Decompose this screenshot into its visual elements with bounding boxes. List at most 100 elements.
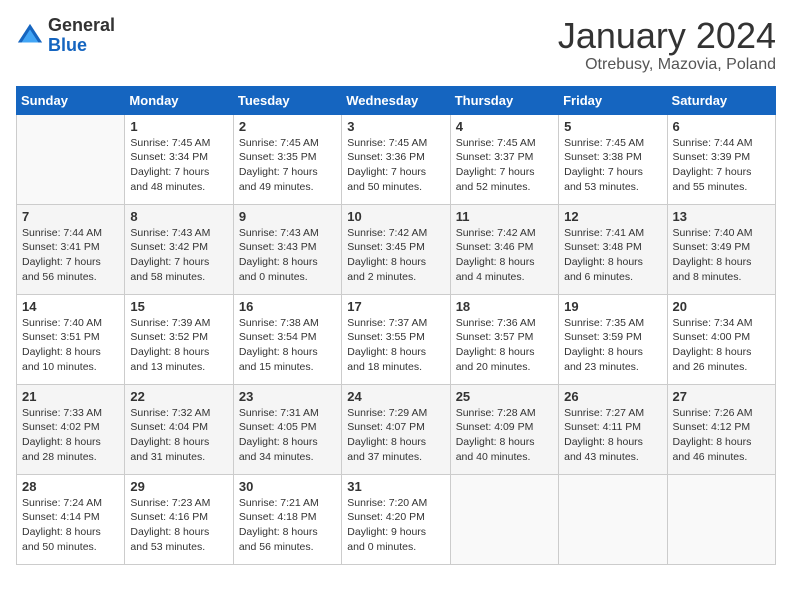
header-row: SundayMondayTuesdayWednesdayThursdayFrid… <box>17 86 776 114</box>
day-info: Sunrise: 7:28 AM Sunset: 4:09 PM Dayligh… <box>456 406 553 465</box>
day-number: 2 <box>239 119 336 134</box>
day-info: Sunrise: 7:45 AM Sunset: 3:34 PM Dayligh… <box>130 136 227 195</box>
day-info: Sunrise: 7:45 AM Sunset: 3:35 PM Dayligh… <box>239 136 336 195</box>
day-cell: 5 Sunrise: 7:45 AM Sunset: 3:38 PM Daylig… <box>559 114 667 204</box>
calendar-body: 1 Sunrise: 7:45 AM Sunset: 3:34 PM Daylig… <box>17 114 776 564</box>
day-info: Sunrise: 7:33 AM Sunset: 4:02 PM Dayligh… <box>22 406 119 465</box>
day-cell <box>17 114 125 204</box>
day-info: Sunrise: 7:27 AM Sunset: 4:11 PM Dayligh… <box>564 406 661 465</box>
header-day-tuesday: Tuesday <box>233 86 341 114</box>
day-number: 5 <box>564 119 661 134</box>
day-info: Sunrise: 7:35 AM Sunset: 3:59 PM Dayligh… <box>564 316 661 375</box>
day-cell: 26 Sunrise: 7:27 AM Sunset: 4:11 PM Dayli… <box>559 384 667 474</box>
header-day-friday: Friday <box>559 86 667 114</box>
day-cell: 17Sunrise: 7:37 AM Sunset: 3:55 PM Dayli… <box>342 294 450 384</box>
calendar-title: January 2024 <box>558 16 776 56</box>
day-cell: 20 Sunrise: 7:34 AM Sunset: 4:00 PM Dayli… <box>667 294 775 384</box>
day-info: Sunrise: 7:36 AM Sunset: 3:57 PM Dayligh… <box>456 316 553 375</box>
day-cell: 12 Sunrise: 7:41 AM Sunset: 3:48 PM Dayli… <box>559 204 667 294</box>
day-cell: 25 Sunrise: 7:28 AM Sunset: 4:09 PM Dayli… <box>450 384 558 474</box>
logo-icon <box>16 22 44 50</box>
day-number: 26 <box>564 389 661 404</box>
day-number: 30 <box>239 479 336 494</box>
week-row-1: 1 Sunrise: 7:45 AM Sunset: 3:34 PM Daylig… <box>17 114 776 204</box>
day-number: 14 <box>22 299 119 314</box>
day-number: 29 <box>130 479 227 494</box>
day-info: Sunrise: 7:34 AM Sunset: 4:00 PM Dayligh… <box>673 316 770 375</box>
day-number: 8 <box>130 209 227 224</box>
day-number: 22 <box>130 389 227 404</box>
day-number: 31 <box>347 479 444 494</box>
day-cell: 13 Sunrise: 7:40 AM Sunset: 3:49 PM Dayli… <box>667 204 775 294</box>
day-info: Sunrise: 7:45 AM Sunset: 3:38 PM Dayligh… <box>564 136 661 195</box>
day-cell: 16Sunrise: 7:38 AM Sunset: 3:54 PM Dayli… <box>233 294 341 384</box>
day-info: Sunrise: 7:26 AM Sunset: 4:12 PM Dayligh… <box>673 406 770 465</box>
day-cell: 2 Sunrise: 7:45 AM Sunset: 3:35 PM Daylig… <box>233 114 341 204</box>
day-cell: 27Sunrise: 7:26 AM Sunset: 4:12 PM Dayli… <box>667 384 775 474</box>
day-cell: 23Sunrise: 7:31 AM Sunset: 4:05 PM Dayli… <box>233 384 341 474</box>
day-cell: 21 Sunrise: 7:33 AM Sunset: 4:02 PM Dayli… <box>17 384 125 474</box>
day-cell: 18Sunrise: 7:36 AM Sunset: 3:57 PM Dayli… <box>450 294 558 384</box>
title-section: January 2024 Otrebusy, Mazovia, Poland <box>558 16 776 74</box>
day-info: Sunrise: 7:39 AM Sunset: 3:52 PM Dayligh… <box>130 316 227 375</box>
day-cell: 22 Sunrise: 7:32 AM Sunset: 4:04 PM Dayli… <box>125 384 233 474</box>
day-number: 21 <box>22 389 119 404</box>
day-number: 17 <box>347 299 444 314</box>
logo-blue-text: Blue <box>48 36 115 56</box>
day-number: 24 <box>347 389 444 404</box>
calendar-header: SundayMondayTuesdayWednesdayThursdayFrid… <box>17 86 776 114</box>
day-cell: 14 Sunrise: 7:40 AM Sunset: 3:51 PM Dayli… <box>17 294 125 384</box>
day-cell: 9 Sunrise: 7:43 AM Sunset: 3:43 PM Daylig… <box>233 204 341 294</box>
day-info: Sunrise: 7:29 AM Sunset: 4:07 PM Dayligh… <box>347 406 444 465</box>
day-number: 12 <box>564 209 661 224</box>
page-header: General Blue January 2024 Otrebusy, Mazo… <box>16 16 776 74</box>
day-info: Sunrise: 7:44 AM Sunset: 3:39 PM Dayligh… <box>673 136 770 195</box>
day-cell: 3Sunrise: 7:45 AM Sunset: 3:36 PM Daylig… <box>342 114 450 204</box>
day-cell: 15Sunrise: 7:39 AM Sunset: 3:52 PM Dayli… <box>125 294 233 384</box>
day-number: 1 <box>130 119 227 134</box>
day-info: Sunrise: 7:41 AM Sunset: 3:48 PM Dayligh… <box>564 226 661 285</box>
day-number: 28 <box>22 479 119 494</box>
day-number: 25 <box>456 389 553 404</box>
day-number: 6 <box>673 119 770 134</box>
header-day-monday: Monday <box>125 86 233 114</box>
day-cell: 19Sunrise: 7:35 AM Sunset: 3:59 PM Dayli… <box>559 294 667 384</box>
day-info: Sunrise: 7:32 AM Sunset: 4:04 PM Dayligh… <box>130 406 227 465</box>
day-info: Sunrise: 7:45 AM Sunset: 3:37 PM Dayligh… <box>456 136 553 195</box>
day-cell: 24 Sunrise: 7:29 AM Sunset: 4:07 PM Dayli… <box>342 384 450 474</box>
header-day-wednesday: Wednesday <box>342 86 450 114</box>
day-info: Sunrise: 7:24 AM Sunset: 4:14 PM Dayligh… <box>22 496 119 555</box>
day-cell: 4 Sunrise: 7:45 AM Sunset: 3:37 PM Daylig… <box>450 114 558 204</box>
day-number: 23 <box>239 389 336 404</box>
day-info: Sunrise: 7:40 AM Sunset: 3:51 PM Dayligh… <box>22 316 119 375</box>
day-info: Sunrise: 7:45 AM Sunset: 3:36 PM Dayligh… <box>347 136 444 195</box>
day-info: Sunrise: 7:38 AM Sunset: 3:54 PM Dayligh… <box>239 316 336 375</box>
calendar-subtitle: Otrebusy, Mazovia, Poland <box>558 56 776 74</box>
day-cell: 29Sunrise: 7:23 AM Sunset: 4:16 PM Dayli… <box>125 474 233 564</box>
day-cell: 7Sunrise: 7:44 AM Sunset: 3:41 PM Daylig… <box>17 204 125 294</box>
day-cell: 1 Sunrise: 7:45 AM Sunset: 3:34 PM Daylig… <box>125 114 233 204</box>
day-cell: 8 Sunrise: 7:43 AM Sunset: 3:42 PM Daylig… <box>125 204 233 294</box>
day-number: 10 <box>347 209 444 224</box>
day-cell <box>667 474 775 564</box>
day-cell: 30Sunrise: 7:21 AM Sunset: 4:18 PM Dayli… <box>233 474 341 564</box>
day-cell: 10Sunrise: 7:42 AM Sunset: 3:45 PM Dayli… <box>342 204 450 294</box>
day-info: Sunrise: 7:43 AM Sunset: 3:42 PM Dayligh… <box>130 226 227 285</box>
day-info: Sunrise: 7:43 AM Sunset: 3:43 PM Dayligh… <box>239 226 336 285</box>
day-cell: 31 Sunrise: 7:20 AM Sunset: 4:20 PM Dayli… <box>342 474 450 564</box>
day-number: 20 <box>673 299 770 314</box>
day-number: 7 <box>22 209 119 224</box>
day-number: 9 <box>239 209 336 224</box>
day-cell: 11Sunrise: 7:42 AM Sunset: 3:46 PM Dayli… <box>450 204 558 294</box>
day-cell <box>450 474 558 564</box>
week-row-2: 7Sunrise: 7:44 AM Sunset: 3:41 PM Daylig… <box>17 204 776 294</box>
day-number: 11 <box>456 209 553 224</box>
logo: General Blue <box>16 16 115 56</box>
calendar-table: SundayMondayTuesdayWednesdayThursdayFrid… <box>16 86 776 565</box>
day-number: 13 <box>673 209 770 224</box>
day-info: Sunrise: 7:40 AM Sunset: 3:49 PM Dayligh… <box>673 226 770 285</box>
day-number: 4 <box>456 119 553 134</box>
day-info: Sunrise: 7:20 AM Sunset: 4:20 PM Dayligh… <box>347 496 444 555</box>
day-cell <box>559 474 667 564</box>
week-row-5: 28 Sunrise: 7:24 AM Sunset: 4:14 PM Dayli… <box>17 474 776 564</box>
